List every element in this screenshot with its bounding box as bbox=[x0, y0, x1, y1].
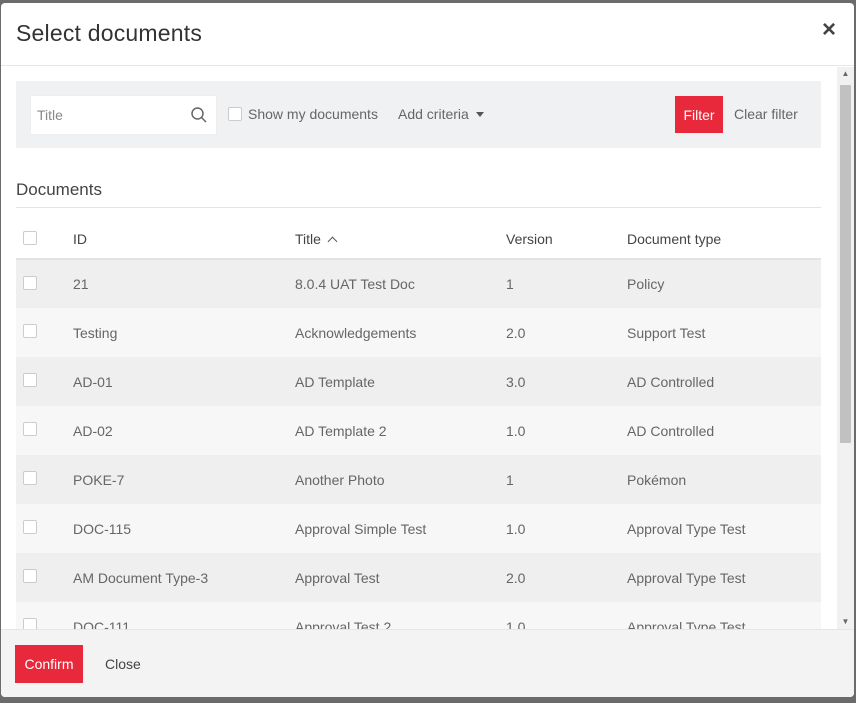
row-checkbox[interactable] bbox=[23, 520, 37, 534]
show-my-documents-label: Show my documents bbox=[248, 106, 378, 122]
cell-document-type: Support Test bbox=[627, 308, 821, 357]
table-row[interactable]: Testing Acknowledgements 2.0 Support Tes… bbox=[16, 308, 821, 357]
table-row[interactable]: 21 8.0.4 UAT Test Doc 1 Policy bbox=[16, 259, 821, 308]
documents-table: ID Title Version Document type 21 8.0.4 … bbox=[16, 220, 821, 629]
row-select-cell bbox=[16, 455, 73, 504]
show-my-documents-toggle[interactable]: Show my documents bbox=[228, 106, 378, 122]
modal-header: Select documents × bbox=[1, 3, 854, 66]
cell-title: 8.0.4 UAT Test Doc bbox=[295, 259, 506, 308]
vertical-scrollbar[interactable]: ▲ ▼ bbox=[837, 67, 854, 629]
row-checkbox[interactable] bbox=[23, 618, 37, 629]
add-criteria-label: Add criteria bbox=[398, 106, 469, 122]
table-row[interactable]: AD-02 AD Template 2 1.0 AD Controlled bbox=[16, 406, 821, 455]
column-header-version[interactable]: Version bbox=[506, 220, 627, 260]
cell-id: Testing bbox=[73, 308, 295, 357]
cell-title: AD Template 2 bbox=[295, 406, 506, 455]
cell-id: 21 bbox=[73, 259, 295, 308]
modal-footer: Confirm Close bbox=[1, 629, 854, 697]
confirm-button[interactable]: Confirm bbox=[15, 645, 83, 683]
cell-title: Another Photo bbox=[295, 455, 506, 504]
documents-section-title: Documents bbox=[16, 180, 102, 199]
row-select-cell bbox=[16, 308, 73, 357]
cell-document-type: AD Controlled bbox=[627, 357, 821, 406]
modal-title: Select documents bbox=[16, 20, 203, 46]
cell-title: Acknowledgements bbox=[295, 308, 506, 357]
cell-document-type: Pokémon bbox=[627, 455, 821, 504]
column-header-title-label: Title bbox=[295, 231, 321, 247]
cell-id: AD-02 bbox=[73, 406, 295, 455]
title-search-input[interactable] bbox=[31, 96, 181, 134]
cell-document-type: Approval Type Test bbox=[627, 553, 821, 602]
sort-ascending-icon bbox=[327, 236, 338, 247]
show-my-documents-checkbox[interactable] bbox=[228, 107, 242, 121]
row-select-cell bbox=[16, 259, 73, 308]
cell-title: Approval Simple Test bbox=[295, 504, 506, 553]
table-row[interactable]: AM Document Type-3 Approval Test 2.0 App… bbox=[16, 553, 821, 602]
cell-id: DOC-111 bbox=[73, 602, 295, 629]
cell-version: 2.0 bbox=[506, 308, 627, 357]
row-select-cell bbox=[16, 504, 73, 553]
row-checkbox[interactable] bbox=[23, 569, 37, 583]
cell-version: 1 bbox=[506, 259, 627, 308]
search-box bbox=[30, 95, 217, 135]
row-select-cell bbox=[16, 357, 73, 406]
filter-bar: Show my documents Add criteria Filter Cl… bbox=[16, 81, 821, 148]
cell-id: AD-01 bbox=[73, 357, 295, 406]
cell-version: 2.0 bbox=[506, 553, 627, 602]
cell-document-type: AD Controlled bbox=[627, 406, 821, 455]
cell-id: POKE-7 bbox=[73, 455, 295, 504]
select-documents-dialog: Select documents × Show my documents Add… bbox=[1, 3, 854, 697]
row-select-cell bbox=[16, 602, 73, 629]
cell-id: AM Document Type-3 bbox=[73, 553, 295, 602]
column-header-id[interactable]: ID bbox=[73, 220, 295, 260]
close-button[interactable]: Close bbox=[105, 656, 141, 672]
cell-title: Approval Test bbox=[295, 553, 506, 602]
row-checkbox[interactable] bbox=[23, 373, 37, 387]
close-icon[interactable]: × bbox=[818, 18, 840, 42]
scroll-thumb[interactable] bbox=[840, 85, 851, 443]
column-header-document-type[interactable]: Document type bbox=[627, 220, 821, 260]
row-select-cell bbox=[16, 406, 73, 455]
scroll-down-arrow-icon[interactable]: ▼ bbox=[837, 615, 854, 629]
cell-version: 1 bbox=[506, 455, 627, 504]
table-row[interactable]: DOC-115 Approval Simple Test 1.0 Approva… bbox=[16, 504, 821, 553]
cell-document-type: Approval Type Test bbox=[627, 602, 821, 629]
row-checkbox[interactable] bbox=[23, 275, 37, 290]
table-header-row: ID Title Version Document type bbox=[16, 220, 821, 260]
scroll-up-arrow-icon[interactable]: ▲ bbox=[837, 67, 854, 81]
table-row[interactable]: DOC-111 Approval Test 2 1.0 Approval Typ… bbox=[16, 602, 821, 629]
cell-title: AD Template bbox=[295, 357, 506, 406]
table-row[interactable]: AD-01 AD Template 3.0 AD Controlled bbox=[16, 357, 821, 406]
table-row[interactable]: POKE-7 Another Photo 1 Pokémon bbox=[16, 455, 821, 504]
add-criteria-dropdown[interactable]: Add criteria bbox=[398, 106, 484, 122]
cell-version: 1.0 bbox=[506, 602, 627, 629]
cell-version: 3.0 bbox=[506, 357, 627, 406]
row-checkbox[interactable] bbox=[23, 324, 37, 338]
cell-document-type: Policy bbox=[627, 259, 821, 308]
cell-version: 1.0 bbox=[506, 406, 627, 455]
clear-filter-link[interactable]: Clear filter bbox=[734, 106, 798, 122]
cell-id: DOC-115 bbox=[73, 504, 295, 553]
cell-title: Approval Test 2 bbox=[295, 602, 506, 629]
filter-button[interactable]: Filter bbox=[675, 96, 723, 133]
row-checkbox[interactable] bbox=[23, 422, 37, 436]
modal-body: Show my documents Add criteria Filter Cl… bbox=[1, 67, 836, 629]
cell-version: 1.0 bbox=[506, 504, 627, 553]
search-icon[interactable] bbox=[190, 106, 208, 124]
select-all-cell bbox=[16, 220, 73, 260]
caret-down-icon bbox=[475, 111, 484, 117]
row-select-cell bbox=[16, 553, 73, 602]
column-header-title[interactable]: Title bbox=[295, 220, 506, 260]
cell-document-type: Approval Type Test bbox=[627, 504, 821, 553]
section-divider bbox=[16, 207, 821, 208]
row-checkbox[interactable] bbox=[23, 471, 37, 485]
select-all-checkbox[interactable] bbox=[23, 230, 37, 245]
